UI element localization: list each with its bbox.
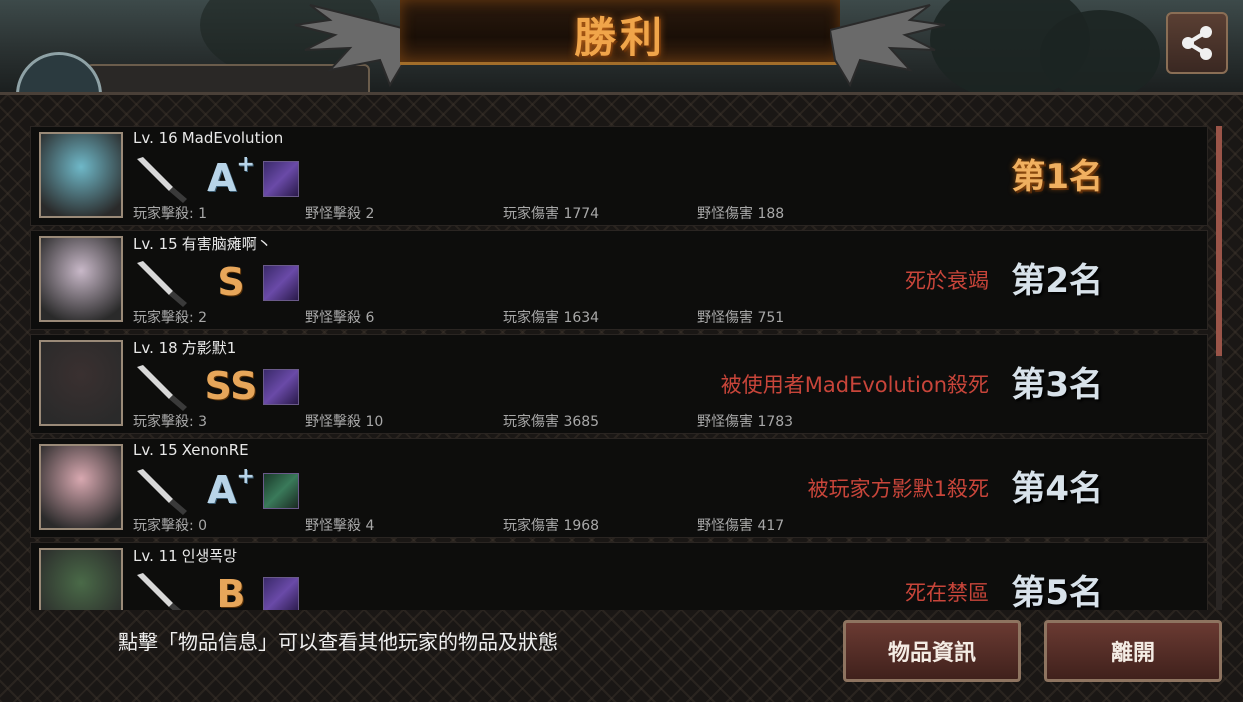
player-damage: 玩家傷害 3685 (503, 414, 600, 430)
monster-damage: 野怪傷害 1783 (697, 414, 794, 430)
leave-button[interactable]: 離開 (1044, 620, 1222, 682)
monster-damage: 野怪傷害 417 (697, 518, 785, 534)
player-damage: 玩家傷害 1968 (503, 518, 600, 534)
player-name: MadEvolution (181, 129, 284, 147)
player-name: 有害脑瘫啊丶 (181, 235, 272, 253)
player-row[interactable]: Lv. 15 XenonRE A+ 玩家擊殺: 0 野怪擊殺 4 玩家傷害 196… (30, 438, 1208, 538)
knife-icon (137, 261, 187, 307)
grade-badge: S (217, 260, 245, 304)
monster-kills: 野怪擊殺 2 (305, 206, 375, 222)
item-icon[interactable] (263, 369, 299, 405)
player-level: Lv. 16 (133, 129, 178, 147)
player-level: Lv. 11 (133, 547, 178, 565)
player-row[interactable]: Lv. 16 MadEvolution A+ 玩家擊殺: 1 野怪擊殺 2 玩家傷… (30, 126, 1208, 226)
player-name: XenonRE (181, 441, 249, 459)
grade-badge: A+ (207, 152, 255, 201)
knife-icon (137, 157, 187, 203)
rank-label: 第3名 (1011, 365, 1103, 405)
grade-badge: SS (204, 364, 258, 408)
knife-icon (137, 573, 182, 610)
knife-icon (137, 365, 187, 411)
scrollbar-thumb[interactable] (1216, 126, 1222, 356)
rank-label: 第2名 (1011, 261, 1103, 301)
title-banner: 勝利 (400, 0, 840, 65)
player-kills: 玩家擊殺: 0 (133, 518, 208, 534)
item-icon[interactable] (263, 473, 299, 509)
player-name: 인생폭망 (181, 547, 237, 565)
share-icon (1182, 26, 1212, 60)
death-cause: 被玩家方影默1殺死 (807, 477, 989, 501)
player-portrait[interactable] (39, 236, 123, 322)
rank-label: 第1名 (1011, 157, 1103, 197)
player-level: Lv. 18 (133, 339, 178, 357)
monster-kills: 野怪擊殺 10 (305, 414, 384, 430)
rank-label: 第4名 (1011, 469, 1103, 509)
item-icon[interactable] (263, 161, 299, 197)
player-portrait[interactable] (39, 548, 123, 610)
player-name: 方影默1 (181, 339, 237, 357)
monster-damage: 野怪傷害 751 (697, 310, 785, 326)
results-list[interactable]: Lv. 16 MadEvolution A+ 玩家擊殺: 1 野怪擊殺 2 玩家傷… (30, 126, 1208, 610)
monster-kills: 野怪擊殺 4 (305, 518, 375, 534)
player-level: Lv. 15 (133, 235, 178, 253)
grade-badge: B (216, 572, 246, 610)
player-portrait[interactable] (39, 444, 123, 530)
player-kills: 玩家擊殺: 3 (133, 414, 208, 430)
page-title: 勝利 (573, 13, 666, 62)
wing-ornament-left (294, 4, 410, 88)
player-row[interactable]: Lv. 18 方影默1 SS 玩家擊殺: 3 野怪擊殺 10 玩家傷害 3685 … (30, 334, 1208, 434)
player-portrait[interactable] (39, 340, 123, 426)
player-level: Lv. 15 (133, 441, 178, 459)
player-portrait[interactable] (39, 132, 123, 218)
monster-damage: 野怪傷害 188 (697, 206, 785, 222)
item-info-button[interactable]: 物品資訊 (843, 620, 1021, 682)
share-button[interactable] (1166, 12, 1228, 74)
player-row[interactable]: Lv. 15 有害脑瘫啊丶 S 玩家擊殺: 2 野怪擊殺 6 玩家傷害 1634 … (30, 230, 1208, 330)
item-icon[interactable] (263, 265, 299, 301)
rank-label: 第5名 (1011, 573, 1103, 610)
grade-badge: A+ (207, 464, 255, 513)
death-cause: 死於衰竭 (905, 269, 989, 293)
knife-icon (137, 469, 187, 515)
player-damage: 玩家傷害 1634 (503, 310, 600, 326)
results-scrollbar[interactable] (1216, 126, 1222, 610)
monster-kills: 野怪擊殺 6 (305, 310, 375, 326)
hint-text: 點擊「物品信息」可以查看其他玩家的物品及狀態 (118, 630, 558, 654)
player-row[interactable]: Lv. 11 인생폭망 B 死在禁區 第5名 (30, 542, 1208, 610)
item-icon[interactable] (263, 577, 299, 610)
player-damage: 玩家傷害 1774 (503, 206, 600, 222)
death-cause: 被使用者MadEvolution殺死 (720, 373, 989, 397)
wing-ornament-right (830, 4, 946, 88)
death-cause: 死在禁區 (905, 581, 989, 605)
player-kills: 玩家擊殺: 1 (133, 206, 208, 222)
player-kills: 玩家擊殺: 2 (133, 310, 208, 326)
